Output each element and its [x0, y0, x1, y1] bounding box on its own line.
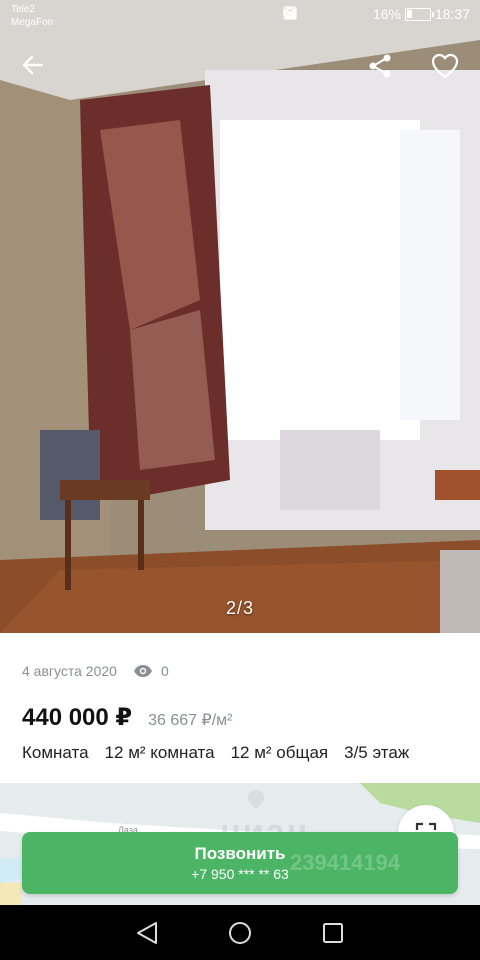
spec-room-area: 12 м² комната: [104, 743, 215, 762]
circle-home-icon: [228, 921, 251, 944]
call-button-phone: +7 950 *** ** 63: [191, 866, 289, 882]
listing-photo[interactable]: Tele2 MegaFon 4G 16% 18:37 2/3: [0, 0, 480, 633]
share-icon: [369, 54, 391, 78]
4g-icon: 4G: [283, 7, 351, 21]
price: 440 000 ₽: [22, 704, 133, 731]
views-count: 0: [160, 663, 169, 679]
listing-meta: 4 августа 2020 0: [22, 663, 169, 679]
battery-icon: [404, 7, 434, 21]
eye-icon: [133, 665, 152, 677]
price-row: 440 000 ₽ 36 667 ₽/м²: [22, 703, 232, 732]
spec-floor: 3/5 этаж: [344, 743, 410, 762]
room-photo-image: [0, 0, 480, 633]
alarm-icon: [284, 7, 333, 21]
carrier-names: Tele2 MegaFon: [11, 3, 53, 29]
status-bar: Tele2 MegaFon 4G 16% 18:37: [0, 0, 480, 34]
back-button[interactable]: [20, 52, 56, 88]
listing-specs: Комната 12 м² комната 12 м² общая 3/5 эт…: [22, 743, 409, 763]
arrow-left-icon: [22, 55, 44, 75]
nfc-icon: [283, 6, 315, 21]
carrier-1: Tele2: [11, 4, 35, 15]
spec-total-area: 12 м² общая: [230, 743, 329, 762]
views-counter: 0: [133, 663, 169, 679]
battery-percent: 16%: [372, 6, 401, 22]
status-icons: 4G 16% 18:37: [283, 6, 470, 22]
call-button-label: Позвонить: [194, 844, 286, 863]
favorite-button[interactable]: [430, 52, 466, 88]
share-button[interactable]: [366, 52, 402, 88]
triangle-back-icon: [136, 921, 157, 944]
signal-icon: [283, 7, 369, 21]
clock: 18:37: [434, 6, 470, 22]
carrier-2: MegaFon: [11, 17, 54, 28]
price-per-m2: 36 667 ₽/м²: [148, 712, 233, 729]
heart-icon: [431, 53, 459, 79]
spec-type: Комната: [22, 743, 89, 762]
nav-recents-button[interactable]: [313, 913, 353, 953]
android-nav-bar: [0, 905, 480, 960]
nav-back-button[interactable]: [127, 913, 167, 953]
call-button[interactable]: Позвонить +7 950 *** ** 63: [22, 832, 458, 894]
photo-counter: 2/3: [225, 598, 255, 618]
listing-info: 4 августа 2020 0 440 000 ₽ 36 667 ₽/м² К…: [0, 633, 480, 783]
nav-home-button[interactable]: [220, 913, 260, 953]
square-recents-icon: [323, 922, 344, 943]
publish-date: 4 августа 2020: [22, 663, 117, 679]
